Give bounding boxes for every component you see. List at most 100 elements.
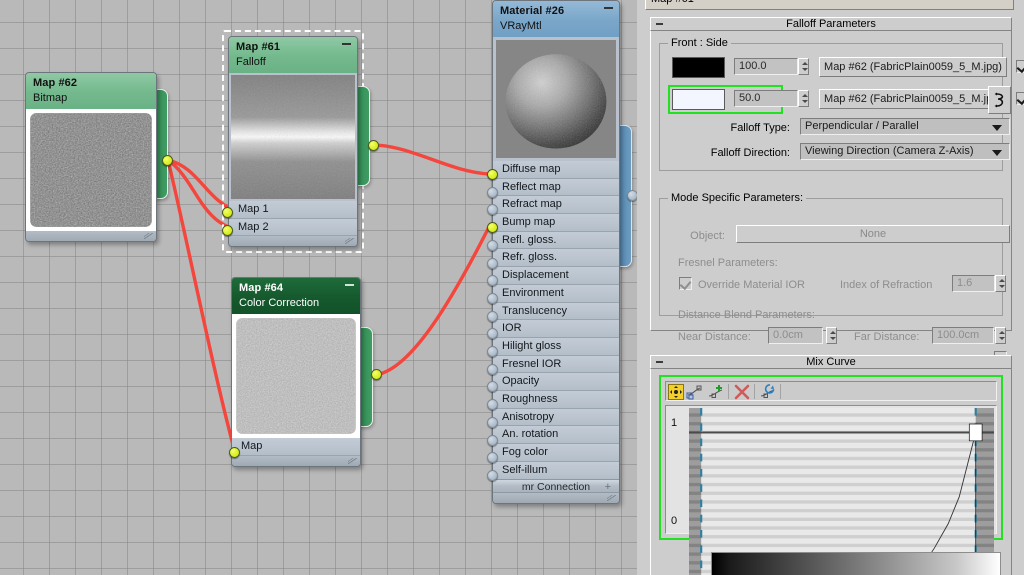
- object-pick-button[interactable]: None: [736, 225, 1010, 243]
- front-map-enable-checkbox[interactable]: [1016, 60, 1024, 73]
- index-of-refraction-spinner[interactable]: [995, 275, 1006, 292]
- mix-curve-editor[interactable]: 1 0: [659, 375, 1003, 575]
- add-point-icon[interactable]: [708, 384, 724, 400]
- schematic-canvas[interactable]: Map #62 Bitmap Map #61 Falloff Map 1 Map…: [0, 0, 637, 575]
- rollout-mix-curve-header[interactable]: Mix Curve: [650, 355, 1012, 369]
- move-keys-icon[interactable]: [668, 384, 684, 400]
- rollout-falloff-parameters[interactable]: Falloff Parameters Front : Side 100.0 Ma…: [650, 17, 1024, 366]
- material26-slot-label: Roughness: [502, 392, 558, 405]
- node-map61-output-dot[interactable]: [368, 140, 379, 151]
- material26-slot-refract-map[interactable]: Refract map: [493, 196, 619, 215]
- mix-curve-toolbar[interactable]: [665, 381, 997, 401]
- material26-slot-reflect-map[interactable]: Reflect map: [493, 178, 619, 197]
- side-amount-spinner[interactable]: [798, 90, 809, 107]
- scale-keys-icon[interactable]: [686, 384, 702, 400]
- material26-slot-dot-refr-gloss[interactable]: [487, 257, 498, 269]
- node-map61-input-map1-dot[interactable]: [222, 207, 233, 218]
- material26-slot-dot-anisotropy[interactable]: [487, 416, 498, 428]
- override-material-ior-checkbox[interactable]: [679, 277, 692, 290]
- node-material26-header[interactable]: Material #26 VRayMtl: [493, 1, 619, 37]
- node-map61-input-map2-dot[interactable]: [222, 225, 233, 236]
- node-material26-slot-list[interactable]: Diffuse map Reflect map Refract map Bump ma…: [493, 161, 619, 480]
- material26-slot-dot-translucency[interactable]: [487, 310, 498, 322]
- falloff-type-dropdown[interactable]: Perpendicular / Parallel: [800, 118, 1010, 135]
- node-map62-bitmap[interactable]: Map #62 Bitmap: [25, 72, 173, 242]
- node-map64-input-map-dot[interactable]: [229, 447, 240, 458]
- side-color-swatch[interactable]: [672, 89, 725, 110]
- rollout-falloff-header[interactable]: Falloff Parameters: [650, 17, 1012, 31]
- node-material26-output-dot[interactable]: [627, 190, 637, 201]
- mix-curve-plot[interactable]: [689, 408, 994, 575]
- node-map61-header[interactable]: Map #61 Falloff: [229, 37, 357, 73]
- plus-icon[interactable]: +: [605, 480, 611, 494]
- side-amount-field[interactable]: 50.0: [734, 90, 798, 107]
- collapse-icon[interactable]: [656, 361, 663, 363]
- material26-slot-self-illum[interactable]: Self-illum: [493, 461, 619, 480]
- material26-slot-dot-environment[interactable]: [487, 292, 498, 304]
- near-distance-field[interactable]: 0.0cm: [768, 327, 823, 344]
- material26-slot-dot-fresnel-ior[interactable]: [487, 363, 498, 375]
- material26-slot-dot-hilight-gloss[interactable]: [487, 346, 498, 357]
- material26-slot-dot-refl-gloss[interactable]: [487, 239, 498, 251]
- material26-slot-dot-reflect-map[interactable]: [487, 186, 498, 198]
- node-map64-collapse-icon[interactable]: [345, 284, 354, 286]
- material26-slot-ior[interactable]: IOR: [493, 320, 619, 338]
- material26-slot-dot-an-rotation[interactable]: [487, 434, 498, 446]
- side-map-button[interactable]: Map #62 (FabricPlain0059_5_M.jpg): [819, 89, 1007, 109]
- index-of-refraction-field[interactable]: 1.6: [952, 275, 995, 292]
- node-map64-color-correction[interactable]: Map #64 Color Correction Map: [229, 277, 382, 467]
- distance-blend-parameters-label: Distance Blend Parameters:: [678, 309, 815, 321]
- side-map-enable-checkbox[interactable]: [1016, 92, 1024, 105]
- material26-slot-hilight-gloss[interactable]: Hilight gloss: [493, 337, 619, 356]
- delete-point-icon[interactable]: [734, 384, 750, 400]
- material26-slot-fresnel-ior[interactable]: Fresnel IOR: [493, 355, 619, 374]
- material26-slot-bump-map[interactable]: Bump map: [493, 214, 619, 232]
- material26-slot-roughness[interactable]: Roughness: [493, 390, 619, 409]
- node-material26-collapse-icon[interactable]: [604, 7, 613, 9]
- far-distance-field[interactable]: 100.0cm: [932, 327, 994, 344]
- node-map61-input-map1[interactable]: Map 1: [229, 201, 357, 219]
- material26-slot-refr-gloss[interactable]: Refr. gloss.: [493, 249, 619, 268]
- mix-curve-graph[interactable]: 1 0: [665, 405, 997, 575]
- rollout-falloff-body[interactable]: Front : Side 100.0 Map #62 (FabricPlain0…: [650, 31, 1024, 366]
- chevron-down-icon[interactable]: [992, 125, 1002, 131]
- material26-slot-translucency[interactable]: Translucency: [493, 302, 619, 321]
- front-amount-spinner[interactable]: [798, 58, 809, 75]
- falloff-direction-dropdown[interactable]: Viewing Direction (Camera Z-Axis): [800, 143, 1010, 160]
- near-distance-spinner[interactable]: [826, 327, 837, 344]
- collapse-icon[interactable]: [656, 23, 663, 25]
- material26-slot-refl-gloss[interactable]: Refl. gloss.: [493, 231, 619, 250]
- rollout-mix-curve[interactable]: Mix Curve 1 0: [650, 355, 1012, 575]
- material26-slot-displacement[interactable]: Displacement: [493, 267, 619, 285]
- node-map61-falloff[interactable]: Map #61 Falloff Map 1 Map 2: [222, 30, 379, 254]
- mix-curve-control-point-1[interactable]: [969, 424, 982, 441]
- front-amount-field[interactable]: 100.0: [734, 58, 798, 75]
- node-map62-header[interactable]: Map #62 Bitmap: [26, 73, 156, 109]
- node-material26-mr-connection-bar[interactable]: mr Connection +: [493, 479, 619, 494]
- material26-slot-dot-self-illum[interactable]: [487, 469, 498, 481]
- node-map64-output-dot[interactable]: [371, 369, 382, 380]
- material26-slot-fog-color[interactable]: Fog color: [493, 444, 619, 462]
- node-map61-input-map2[interactable]: Map 2: [229, 218, 357, 237]
- material26-slot-opacity[interactable]: Opacity: [493, 373, 619, 391]
- material26-slot-dot-diffuse-map[interactable]: [487, 169, 498, 180]
- parameter-panel[interactable]: Map #61 Falloff Parameters Front : Side …: [637, 0, 1024, 575]
- node-map62-output-dot[interactable]: [162, 155, 173, 166]
- material26-slot-label: Opacity: [502, 375, 540, 388]
- material26-slot-an-rotation[interactable]: An. rotation: [493, 426, 619, 444]
- material26-slot-diffuse-map[interactable]: Diffuse map: [493, 161, 619, 179]
- node-map61-collapse-icon[interactable]: [342, 43, 351, 45]
- node-material26-vraymtl[interactable]: Material #26 VRayMtl Diffuse map Reflect…: [487, 0, 637, 505]
- chevron-down-icon[interactable]: [992, 150, 1002, 156]
- front-color-swatch[interactable]: [672, 57, 725, 78]
- material26-slot-anisotropy[interactable]: Anisotropy: [493, 408, 619, 427]
- swap-colors-button[interactable]: [988, 86, 1011, 114]
- near-distance-value: 0.0cm: [773, 329, 803, 341]
- front-map-button[interactable]: Map #62 (FabricPlain0059_5_M.jpg): [819, 57, 1007, 77]
- far-distance-spinner[interactable]: [995, 327, 1006, 344]
- rollout-mix-curve-body[interactable]: 1 0: [650, 369, 1012, 575]
- material26-slot-environment[interactable]: Environment: [493, 284, 619, 303]
- node-map64-header[interactable]: Map #64 Color Correction: [232, 278, 360, 314]
- node-map64-input-map[interactable]: Map: [232, 438, 360, 456]
- reset-curve-icon[interactable]: [760, 384, 776, 400]
